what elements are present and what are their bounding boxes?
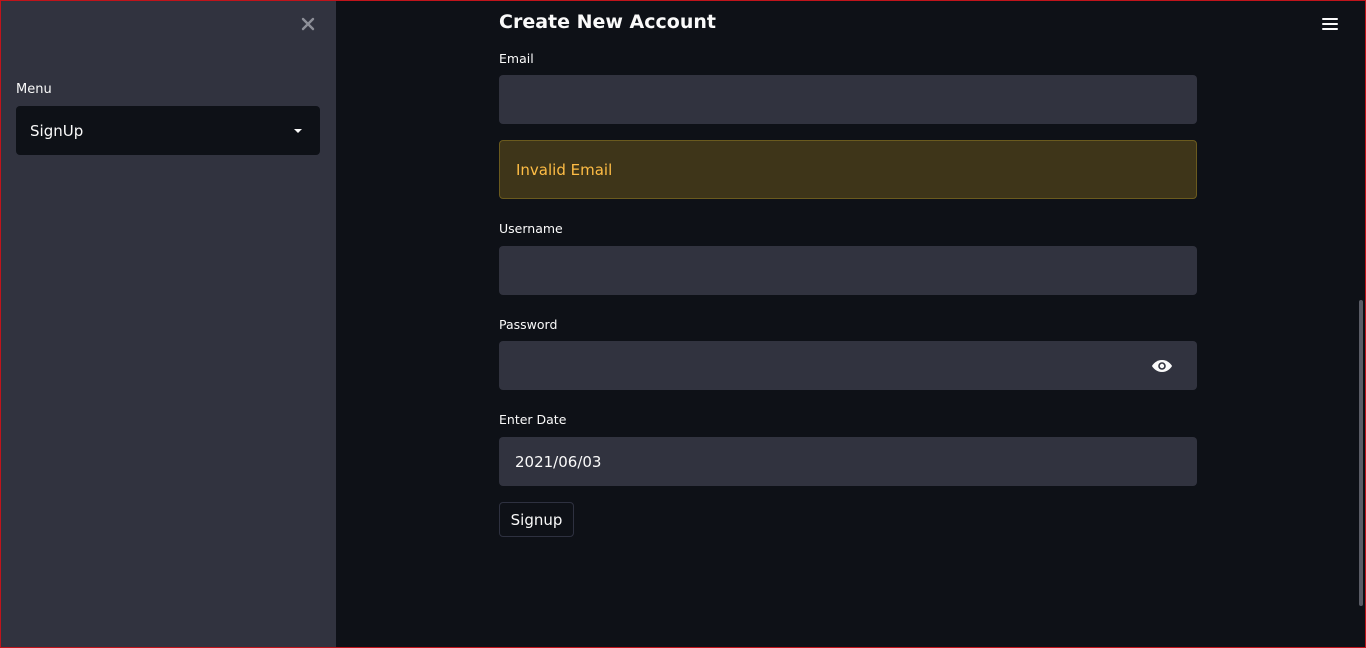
password-field[interactable] — [499, 341, 1197, 390]
close-sidebar-button[interactable] — [296, 12, 320, 36]
email-field[interactable] — [499, 75, 1197, 124]
alert-text: Invalid Email — [516, 160, 613, 179]
date-label: Enter Date — [499, 412, 567, 427]
date-value: 2021/06/03 — [515, 452, 602, 471]
sidebar: Menu SignUp — [0, 0, 336, 648]
scrollbar[interactable] — [1359, 300, 1363, 606]
page-title: Create New Account — [499, 11, 716, 33]
username-label: Username — [499, 221, 563, 236]
caret-down-icon — [294, 128, 302, 133]
menu-select-value: SignUp — [30, 121, 84, 140]
email-label: Email — [499, 51, 534, 66]
signup-button[interactable]: Signup — [499, 502, 574, 537]
menu-label: Menu — [16, 82, 52, 97]
main-content: Create New Account Email Invalid Email U… — [336, 0, 1366, 648]
menu-select[interactable]: SignUp — [16, 106, 320, 155]
close-icon — [301, 17, 315, 31]
date-field[interactable]: 2021/06/03 — [499, 437, 1197, 486]
hamburger-icon[interactable] — [1322, 17, 1338, 31]
warning-alert: Invalid Email — [499, 140, 1197, 199]
password-label: Password — [499, 317, 558, 332]
eye-icon[interactable] — [1151, 359, 1173, 373]
username-field[interactable] — [499, 246, 1197, 295]
